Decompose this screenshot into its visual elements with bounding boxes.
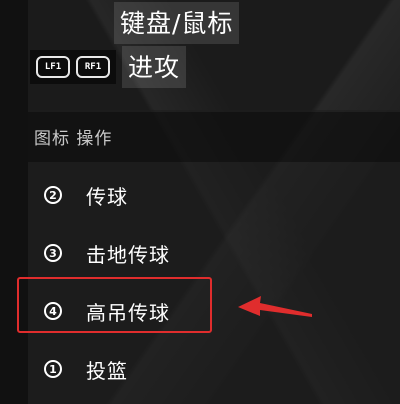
mode-row: LF1 RF1 进攻 (30, 46, 187, 88)
list-item-pass[interactable]: 2 传球 (28, 175, 388, 215)
list-item-bounce-pass[interactable]: 3 击地传球 (28, 233, 388, 273)
list-item-label: 击地传球 (86, 242, 170, 267)
circled-1-icon: 1 (44, 360, 62, 378)
list-item-shoot[interactable]: 1 投篮 (28, 349, 388, 389)
page-title: 键盘/鼠标 (114, 2, 240, 44)
list-header-label: 图标 操作 (34, 129, 113, 149)
mode-label[interactable]: 进攻 (122, 46, 187, 88)
highlight-box (17, 277, 212, 333)
list-item-label: 投篮 (86, 358, 128, 383)
list-item-label: 传球 (86, 184, 128, 209)
lf1-key-icon: LF1 (36, 56, 70, 78)
circled-3-icon: 3 (44, 244, 62, 262)
rf1-key-icon: RF1 (76, 56, 110, 78)
left-arrow-icon (238, 296, 312, 317)
circled-2-icon: 2 (44, 186, 62, 204)
bumper-keys: LF1 RF1 (30, 50, 116, 84)
left-edge-band (0, 0, 28, 404)
list-header: 图标 操作 (28, 112, 400, 162)
